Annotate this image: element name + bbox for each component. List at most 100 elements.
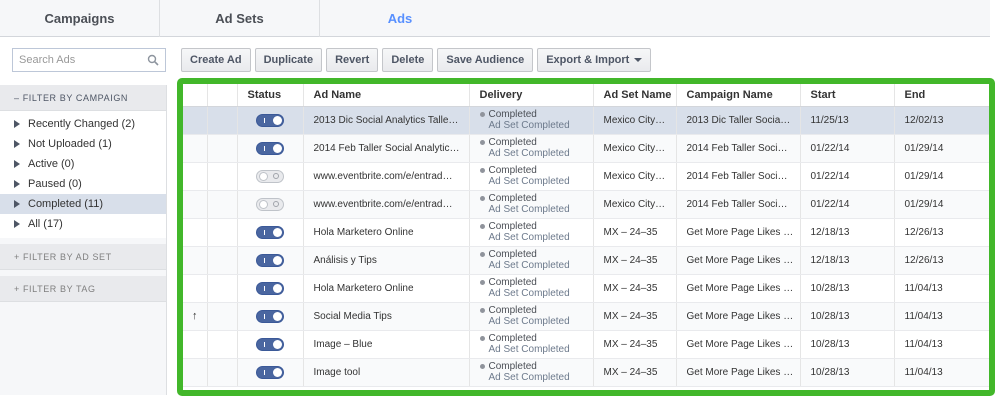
- row-select-cell[interactable]: [207, 330, 238, 359]
- ad-set-name-cell[interactable]: Mexico City…: [593, 190, 677, 219]
- campaign-name-cell[interactable]: Get More Page Likes …: [676, 358, 801, 387]
- status-dot-icon: [479, 280, 485, 285]
- table-row[interactable]: Image – Blue Completed Ad Set Completed MX …: [183, 330, 989, 359]
- table-row[interactable]: Análisis y Tips Completed Ad Set Completed…: [183, 246, 989, 275]
- table-row[interactable]: www.eventbrite.com/e/entrad… Completed Ad …: [183, 190, 989, 219]
- start-date-cell: 01/22/14: [800, 190, 895, 219]
- expand-arrow-icon: [14, 160, 20, 168]
- top-tabs: Campaigns Ad Sets Ads: [0, 0, 990, 37]
- create-ad-button[interactable]: Create Ad: [181, 48, 251, 72]
- status-toggle[interactable]: [256, 197, 284, 211]
- ad-set-name-cell[interactable]: MX – 24–35: [593, 274, 677, 303]
- ad-name-cell[interactable]: Image – Blue: [303, 330, 470, 359]
- tab-campaigns[interactable]: Campaigns: [0, 0, 160, 37]
- campaign-name-cell[interactable]: 2014 Feb Taller Soci…: [676, 190, 801, 219]
- status-toggle[interactable]: [256, 169, 284, 183]
- ad-name-cell[interactable]: Social Media Tips: [303, 302, 470, 331]
- filter-item-all[interactable]: All (17): [0, 214, 166, 234]
- ad-set-name-cell[interactable]: Mexico City…: [593, 162, 677, 191]
- ad-set-name-cell[interactable]: MX – 24–35: [593, 302, 677, 331]
- campaign-name-cell[interactable]: Get More Page Likes …: [676, 302, 801, 331]
- ad-set-name-cell[interactable]: Mexico City…: [593, 134, 677, 163]
- row-select-cell[interactable]: [207, 190, 238, 219]
- delivery-column-header[interactable]: Delivery: [469, 84, 594, 107]
- filter-item-label: Completed (11): [28, 198, 103, 210]
- filter-item-paused[interactable]: Paused (0): [0, 174, 166, 194]
- filter-item-not-uploaded[interactable]: Not Uploaded (1): [0, 134, 166, 154]
- ad-set-name-cell[interactable]: MX – 24–35: [593, 330, 677, 359]
- checkbox-column-header[interactable]: [207, 84, 238, 107]
- tab-ads[interactable]: Ads: [320, 0, 480, 37]
- search-icon[interactable]: [147, 54, 159, 66]
- filter-by-tag-header[interactable]: + FILTER BY TAG: [0, 276, 166, 302]
- start-column-header[interactable]: Start: [800, 84, 895, 107]
- filter-item-active[interactable]: Active (0): [0, 154, 166, 174]
- row-select-cell[interactable]: [207, 274, 238, 303]
- status-toggle[interactable]: [256, 225, 284, 239]
- campaign-name-cell[interactable]: Get More Page Likes …: [676, 246, 801, 275]
- row-select-cell[interactable]: [207, 134, 238, 163]
- ad-name-cell[interactable]: www.eventbrite.com/e/entrad…: [303, 190, 470, 219]
- filter-item-completed[interactable]: Completed (11): [0, 194, 166, 214]
- ad-name-cell[interactable]: Hola Marketero Online: [303, 274, 470, 303]
- filter-by-campaign-header[interactable]: – FILTER BY CAMPAIGN: [0, 85, 166, 111]
- end-date-cell: 01/29/14: [894, 190, 989, 219]
- ad-name-cell[interactable]: 2014 Feb Taller Social Analytic…: [303, 134, 470, 163]
- row-select-cell[interactable]: [207, 218, 238, 247]
- row-select-cell[interactable]: [207, 302, 238, 331]
- status-toggle[interactable]: [256, 141, 284, 155]
- ad-set-name-column-header[interactable]: Ad Set Name: [593, 84, 677, 107]
- table-row[interactable]: ↑ Social Media Tips Completed Ad Set Comple…: [183, 302, 989, 331]
- row-marker-cell: [183, 358, 208, 387]
- ad-set-name-cell[interactable]: Mexico City…: [593, 106, 677, 135]
- status-toggle[interactable]: [256, 337, 284, 351]
- status-column-header[interactable]: Status: [237, 84, 304, 107]
- campaign-name-column-header[interactable]: Campaign Name: [676, 84, 801, 107]
- ad-set-name-cell[interactable]: MX – 24–35: [593, 218, 677, 247]
- row-select-cell[interactable]: [207, 162, 238, 191]
- delivery-substatus: Ad Set Completed: [488, 344, 570, 355]
- end-date-cell: 11/04/13: [894, 330, 989, 359]
- revert-button[interactable]: Revert: [326, 48, 379, 72]
- status-toggle[interactable]: [256, 281, 284, 295]
- status-cell: [237, 218, 304, 247]
- search-input[interactable]: [19, 50, 149, 70]
- delivery-substatus: Ad Set Completed: [488, 260, 570, 271]
- table-row[interactable]: 2014 Feb Taller Social Analytic… Complete…: [183, 134, 989, 163]
- ad-set-name-cell[interactable]: MX – 24–35: [593, 246, 677, 275]
- ad-name-cell[interactable]: Análisis y Tips: [303, 246, 470, 275]
- campaign-name-cell[interactable]: Get More Page Likes …: [676, 330, 801, 359]
- table-row[interactable]: Hola Marketero Online Completed Ad Set Com…: [183, 274, 989, 303]
- table-row[interactable]: www.eventbrite.com/e/entrad… Completed Ad …: [183, 162, 989, 191]
- filter-item-recently-changed[interactable]: Recently Changed (2): [0, 114, 166, 134]
- status-toggle[interactable]: [256, 365, 284, 379]
- tab-ad-sets[interactable]: Ad Sets: [160, 0, 320, 37]
- campaign-name-cell[interactable]: 2013 Dic Taller Socia…: [676, 106, 801, 135]
- status-toggle[interactable]: [256, 253, 284, 267]
- filter-by-ad-set-header[interactable]: + FILTER BY AD SET: [0, 244, 166, 270]
- campaign-name-cell[interactable]: 2014 Feb Taller Soci…: [676, 162, 801, 191]
- row-select-cell[interactable]: [207, 358, 238, 387]
- end-column-header[interactable]: End: [894, 84, 989, 107]
- row-select-cell[interactable]: [207, 246, 238, 275]
- delete-button[interactable]: Delete: [382, 48, 434, 72]
- campaign-name-cell[interactable]: Get More Page Likes …: [676, 218, 801, 247]
- ad-set-name-cell[interactable]: MX – 24–35: [593, 358, 677, 387]
- table-row[interactable]: Image tool Completed Ad Set Completed MX – …: [183, 358, 989, 387]
- status-toggle[interactable]: [256, 113, 284, 127]
- export-import-button[interactable]: Export & Import: [537, 48, 652, 72]
- ad-name-cell[interactable]: Image tool: [303, 358, 470, 387]
- table-row[interactable]: 2013 Dic Social Analytics Talle… Complete…: [183, 106, 989, 135]
- save-audience-button[interactable]: Save Audience: [437, 48, 534, 72]
- ad-name-cell[interactable]: Hola Marketero Online: [303, 218, 470, 247]
- row-select-cell[interactable]: [207, 106, 238, 135]
- delivery-status: Completed: [488, 249, 537, 260]
- table-row[interactable]: Hola Marketero Online Completed Ad Set Com…: [183, 218, 989, 247]
- campaign-name-cell[interactable]: 2014 Feb Taller Soci…: [676, 134, 801, 163]
- status-toggle[interactable]: [256, 309, 284, 323]
- campaign-name-cell[interactable]: Get More Page Likes …: [676, 274, 801, 303]
- ad-name-cell[interactable]: 2013 Dic Social Analytics Talle…: [303, 106, 470, 135]
- ad-name-cell[interactable]: www.eventbrite.com/e/entrad…: [303, 162, 470, 191]
- ad-name-column-header[interactable]: Ad Name: [303, 84, 470, 107]
- duplicate-button[interactable]: Duplicate: [254, 48, 323, 72]
